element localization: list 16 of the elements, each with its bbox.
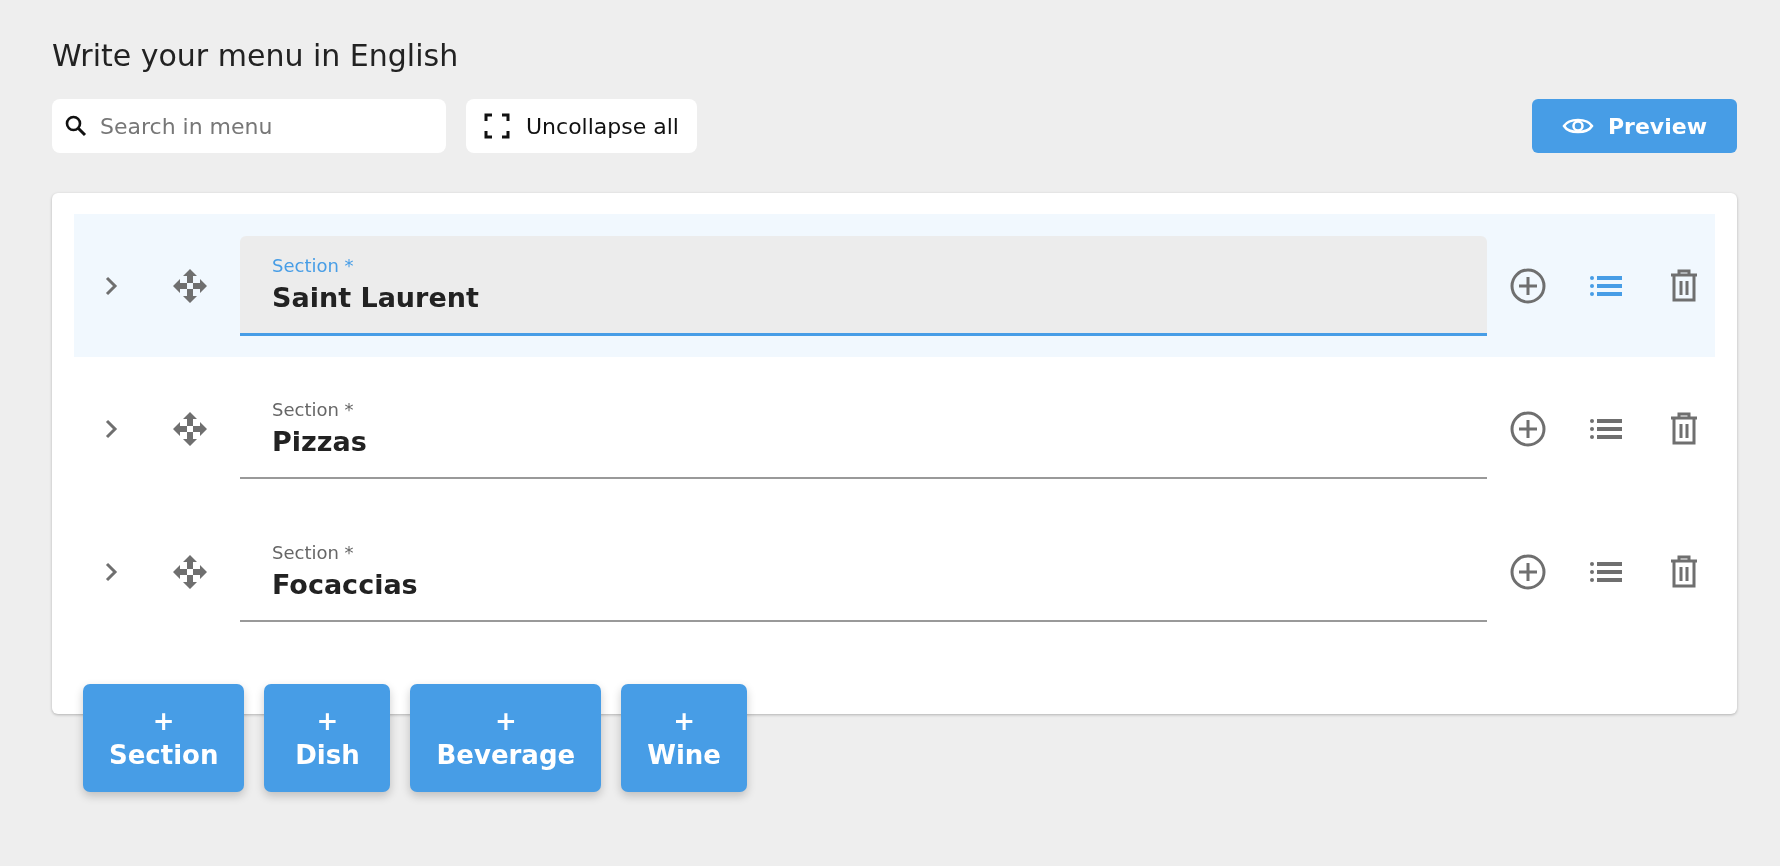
add-item-button[interactable]: + Section xyxy=(83,684,245,792)
preview-button[interactable]: Preview xyxy=(1531,99,1737,153)
add-circle-icon[interactable] xyxy=(1509,552,1547,591)
section-name-field[interactable]: Section * Focaccias xyxy=(240,521,1487,622)
search-icon xyxy=(64,114,88,138)
add-circle-icon[interactable] xyxy=(1509,409,1547,448)
add-item-button[interactable]: + Wine xyxy=(621,684,748,792)
add-item-button[interactable]: + Dish xyxy=(264,684,391,792)
page-title: Write your menu in English xyxy=(52,38,460,73)
search-field[interactable]: Search in menu xyxy=(52,99,446,153)
section-name-field[interactable]: Section * Pizzas xyxy=(240,378,1487,479)
uncollapse-all-button[interactable]: Uncollapse all xyxy=(466,99,697,153)
add-circle-icon[interactable] xyxy=(1509,266,1547,305)
expand-icon xyxy=(484,113,510,139)
add-item-button[interactable]: + Beverage xyxy=(410,684,602,792)
section-name-field[interactable]: Section * Saint Laurent xyxy=(240,235,1487,336)
